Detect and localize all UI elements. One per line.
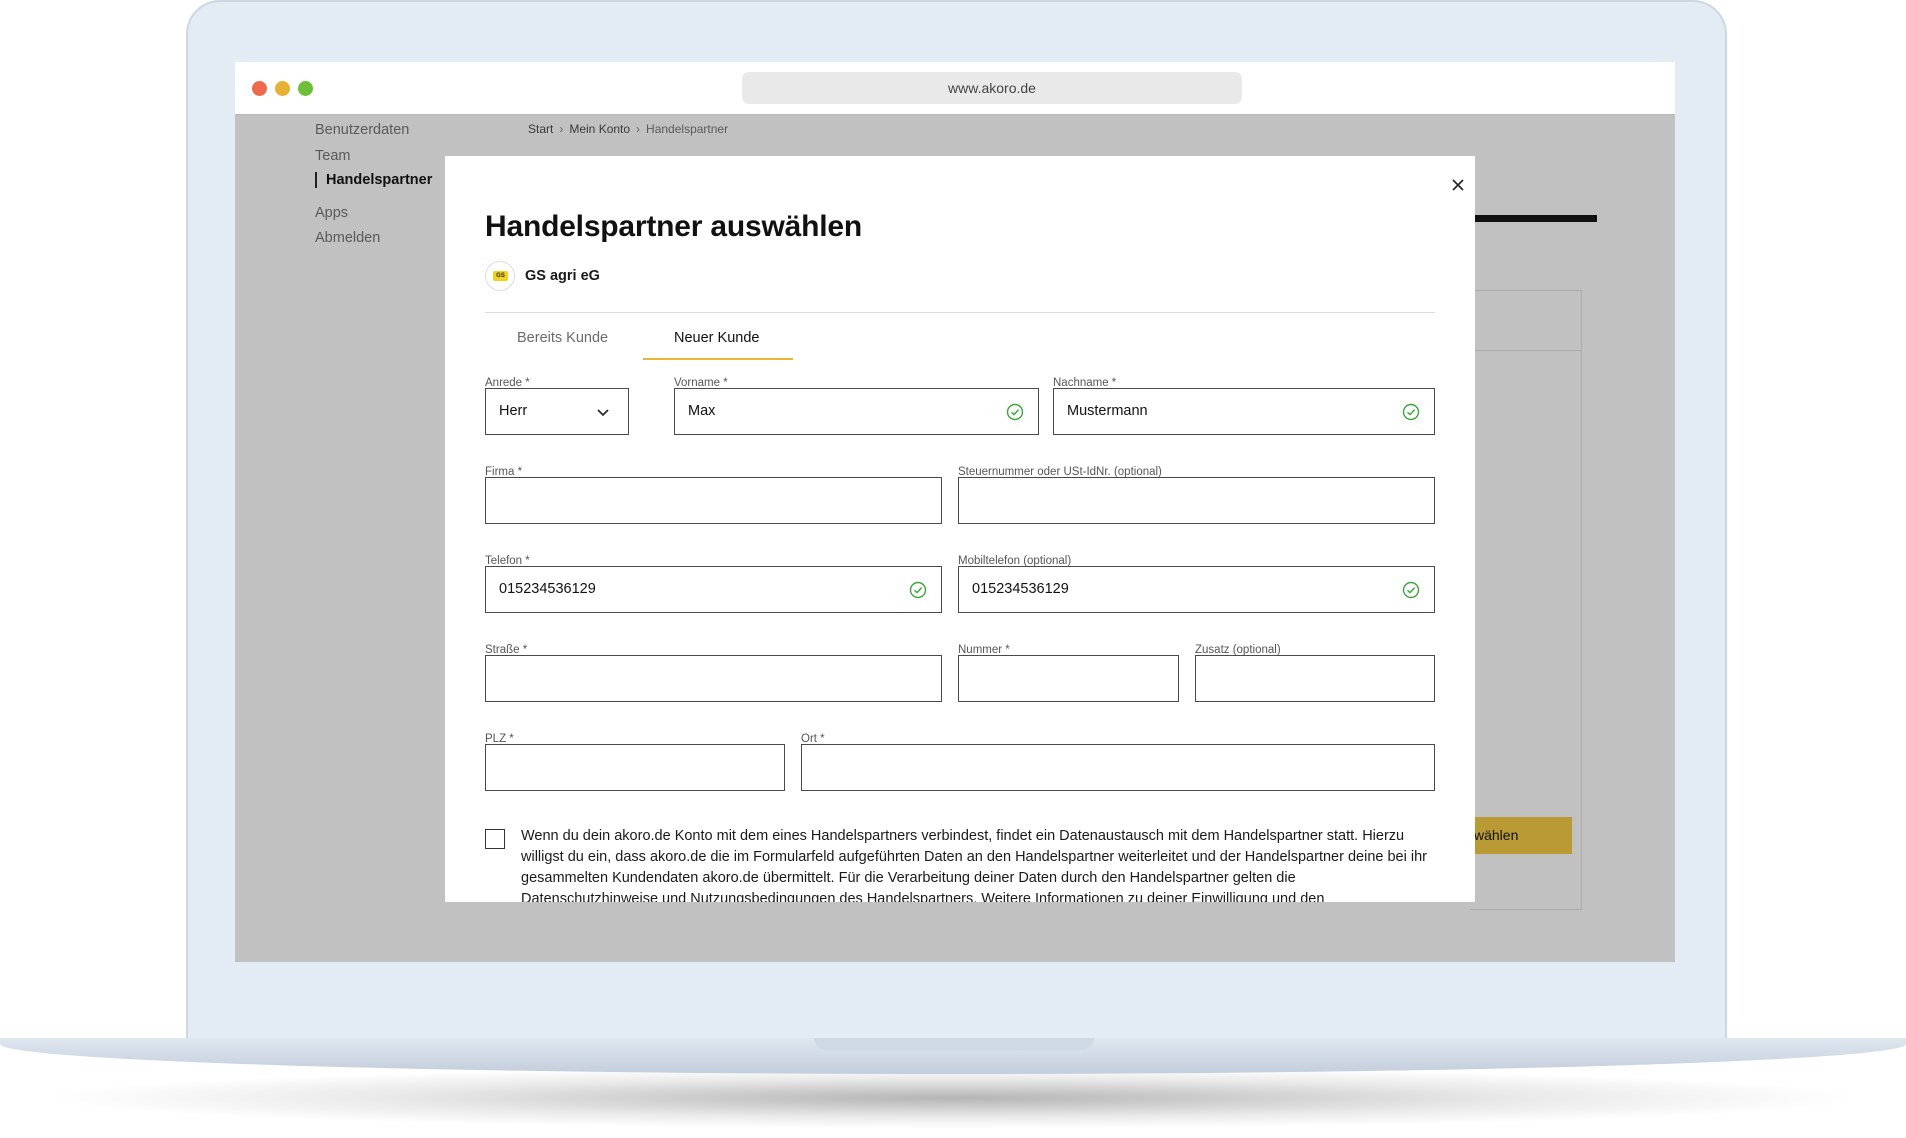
steuernummer-field[interactable] [958, 477, 1435, 524]
screen: www.akoro.de Benutzerdaten Team Handelsp… [235, 62, 1675, 962]
partner-name: GS agri eG [525, 268, 600, 284]
chevron-down-icon [597, 409, 609, 417]
background-heading-bar [1465, 215, 1597, 222]
strasse-field[interactable] [485, 655, 942, 702]
modal-title: Handelspartner auswählen [485, 210, 862, 243]
zusatz-field[interactable] [1195, 655, 1435, 702]
close-icon [1452, 179, 1464, 191]
background-card-divider [1470, 350, 1582, 351]
partner-logo: GS [485, 261, 515, 291]
close-window-button[interactable] [252, 81, 267, 96]
nachname-field[interactable]: Mustermann [1053, 388, 1435, 435]
select-partner-modal: Handelspartner auswählen GS GS agri eG B… [445, 156, 1475, 902]
tab-bereits-kunde[interactable]: Bereits Kunde [517, 330, 608, 346]
nachname-value: Mustermann [1067, 403, 1148, 419]
sidebar-item-team[interactable]: Team [315, 148, 350, 164]
address-bar[interactable]: www.akoro.de [742, 72, 1242, 104]
firma-field[interactable] [485, 477, 942, 524]
nummer-field[interactable] [958, 655, 1179, 702]
breadcrumb-start[interactable]: Start [528, 122, 553, 136]
partner-logo-mark: GS [493, 271, 508, 281]
sidebar-item-apps[interactable]: Apps [315, 205, 348, 221]
check-circle-icon [1402, 403, 1420, 421]
background-select-button: wählen [1470, 817, 1572, 854]
minimize-window-button[interactable] [275, 81, 290, 96]
sidebar-item-benutzerdaten[interactable]: Benutzerdaten [315, 122, 409, 138]
browser-toolbar: www.akoro.de [235, 62, 1675, 115]
plz-field[interactable] [485, 744, 785, 791]
breadcrumb-current: Handelspartner [646, 122, 729, 136]
breadcrumb-separator: › [559, 122, 564, 136]
check-circle-icon [909, 581, 927, 599]
laptop-shadow [60, 1068, 1846, 1128]
vorname-value: Max [688, 403, 716, 419]
anrede-value: Herr [499, 403, 528, 419]
consent-text: Wenn du dein akoro.de Konto mit dem eine… [521, 828, 1427, 902]
consent-checkbox[interactable] [485, 829, 505, 849]
tab-divider [485, 312, 1435, 313]
tab-neuer-kunde[interactable]: Neuer Kunde [674, 330, 759, 346]
active-tab-indicator [643, 358, 793, 360]
laptop-notch [814, 1038, 1094, 1050]
vorname-field[interactable]: Max [674, 388, 1039, 435]
telefon-value: 015234536129 [499, 581, 596, 597]
breadcrumb-separator: › [636, 122, 641, 136]
telefon-field[interactable]: 015234536129 [485, 566, 942, 613]
close-modal-button[interactable] [1449, 176, 1467, 194]
sidebar-item-abmelden[interactable]: Abmelden [315, 230, 380, 246]
check-circle-icon [1402, 581, 1420, 599]
mobiltelefon-value: 015234536129 [972, 581, 1069, 597]
anrede-select[interactable]: Herr [485, 388, 629, 435]
check-circle-icon [1006, 403, 1024, 421]
mobiltelefon-field[interactable]: 015234536129 [958, 566, 1435, 613]
ort-field[interactable] [801, 744, 1435, 791]
breadcrumb: Start › Mein Konto › Handelspartner [528, 122, 728, 136]
sidebar-item-handelspartner[interactable]: Handelspartner [315, 172, 432, 188]
maximize-window-button[interactable] [298, 81, 313, 96]
breadcrumb-mein-konto[interactable]: Mein Konto [569, 122, 630, 136]
